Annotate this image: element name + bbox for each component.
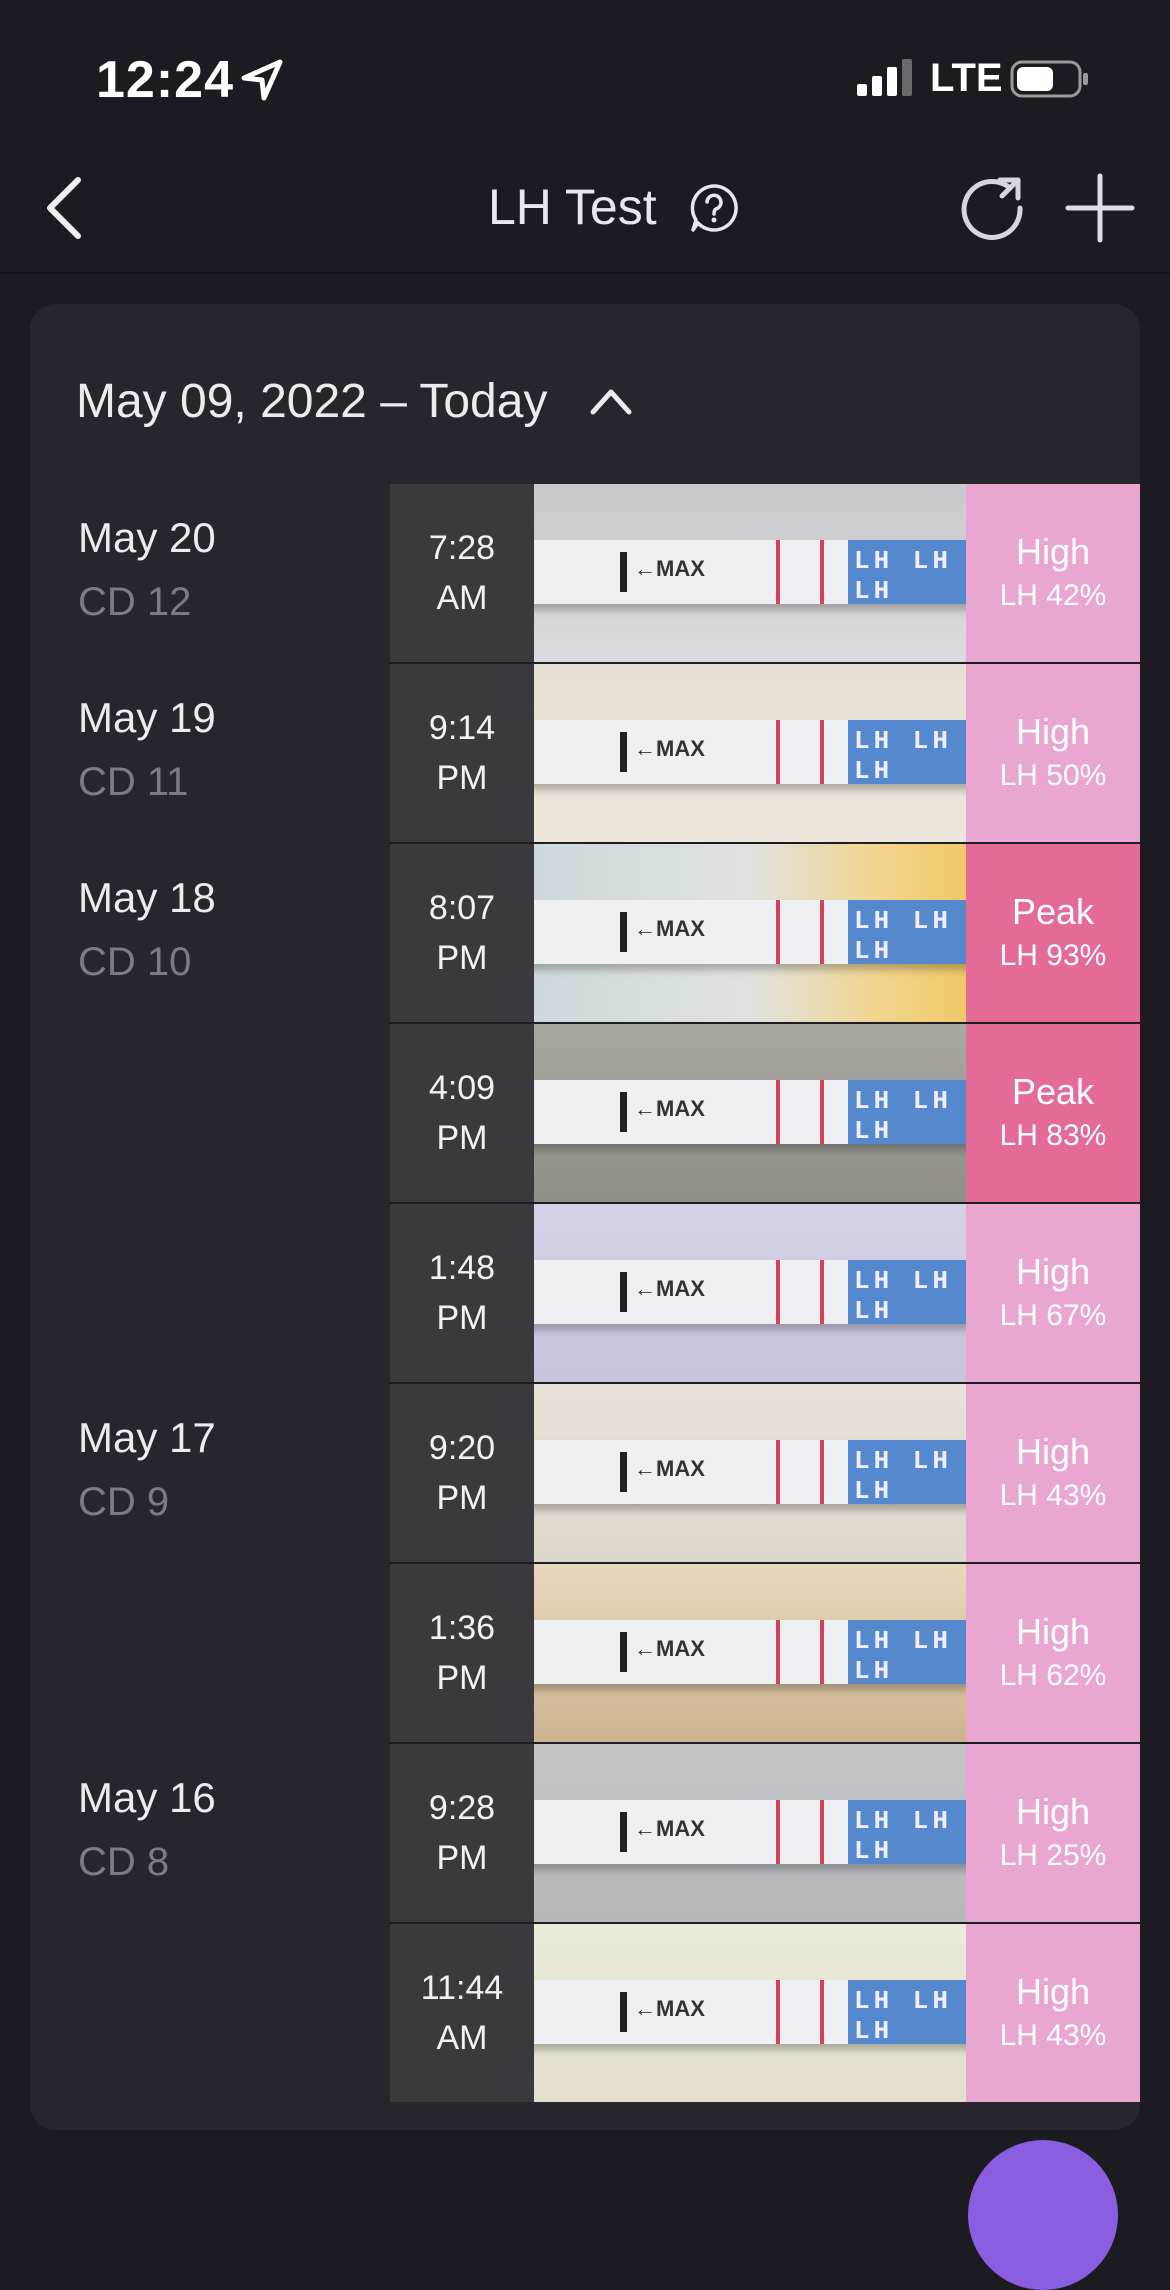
cellular-signal-icon — [857, 59, 912, 96]
battery-icon — [1010, 60, 1088, 98]
result-badge: High LH 62% — [966, 1564, 1140, 1742]
add-icon[interactable] — [1064, 172, 1136, 244]
day-date: May 20 — [78, 514, 216, 561]
status-bar: 12:24 LTE — [0, 0, 1170, 150]
back-chevron-icon[interactable] — [40, 170, 92, 246]
lh-percent: LH 93% — [999, 939, 1107, 972]
day-date: May 16 — [78, 1774, 216, 1821]
result-level: High — [1015, 711, 1091, 752]
result-level: High — [1015, 531, 1091, 572]
day-date: May 19 — [78, 694, 216, 741]
result-level: High — [1015, 1971, 1091, 2012]
page-title: LH Test — [488, 179, 657, 235]
result-badge: High LH 43% — [966, 1384, 1140, 1562]
result-level: High — [1015, 1791, 1091, 1832]
test-row[interactable]: 4:09 PM ←MAX LH LH LH Peak LH 83% — [390, 1024, 1140, 1204]
test-strip-photo: ←MAX LH LH LH — [534, 664, 966, 842]
test-time: 4:09 PM — [390, 1024, 534, 1202]
day-label: May 20 CD 12 — [78, 512, 216, 628]
test-strip-photo: ←MAX LH LH LH — [534, 1924, 966, 2102]
test-strip-photo: ←MAX LH LH LH — [534, 484, 966, 662]
test-time: 11:44 AM — [390, 1924, 534, 2102]
test-row[interactable]: 9:28 PM ←MAX LH LH LH High LH 25% — [390, 1744, 1140, 1924]
result-level: Peak — [1011, 891, 1095, 932]
result-badge: High LH 42% — [966, 484, 1140, 662]
day-label: May 16 CD 8 — [78, 1772, 216, 1888]
test-time: 1:48 PM — [390, 1204, 534, 1382]
cycle-day: CD 12 — [78, 580, 192, 624]
test-time: 8:07 PM — [390, 844, 534, 1022]
chevron-up-icon[interactable] — [589, 386, 633, 416]
lh-test-card: May 09, 2022 – Today May 20 CD 12 May 19… — [30, 304, 1140, 2130]
result-level: Peak — [1011, 1071, 1095, 1112]
test-strip-photo: ←MAX LH LH LH — [534, 844, 966, 1022]
nav-bar: LH Test — [0, 150, 1170, 274]
result-badge: High LH 50% — [966, 664, 1140, 842]
lh-percent: LH 43% — [999, 1479, 1107, 1512]
test-row[interactable]: 1:36 PM ←MAX LH LH LH High LH 62% — [390, 1564, 1140, 1744]
test-time: 9:20 PM — [390, 1384, 534, 1562]
day-date: May 18 — [78, 874, 216, 921]
lh-percent: LH 25% — [999, 1839, 1107, 1872]
cycle-day: CD 8 — [78, 1840, 170, 1884]
result-badge: Peak LH 93% — [966, 844, 1140, 1022]
result-level: High — [1015, 1251, 1091, 1292]
cycle-day: CD 10 — [78, 940, 192, 984]
status-time: 12:24 — [96, 51, 234, 109]
cycle-day: CD 11 — [78, 760, 189, 804]
result-badge: High LH 67% — [966, 1204, 1140, 1382]
test-row[interactable]: 7:28 AM ←MAX LH LH LH High LH 42% — [390, 484, 1140, 664]
result-badge: Peak LH 83% — [966, 1024, 1140, 1202]
result-level: High — [1015, 1611, 1091, 1652]
result-badge: High LH 43% — [966, 1924, 1140, 2102]
test-time: 9:28 PM — [390, 1744, 534, 1922]
day-label: May 19 CD 11 — [78, 692, 216, 808]
day-label: May 18 CD 10 — [78, 872, 216, 988]
date-range-label: May 09, 2022 – Today — [76, 374, 548, 428]
help-question-icon[interactable] — [688, 182, 740, 234]
lh-percent: LH 62% — [999, 1659, 1107, 1692]
result-badge: High LH 25% — [966, 1744, 1140, 1922]
test-row[interactable]: 11:44 AM ←MAX LH LH LH High LH 43% — [390, 1924, 1140, 2102]
day-label: May 17 CD 9 — [78, 1412, 216, 1528]
test-strip-photo: ←MAX LH LH LH — [534, 1024, 966, 1202]
result-level: High — [1015, 1431, 1091, 1472]
test-strip-photo: ←MAX LH LH LH — [534, 1564, 966, 1742]
test-strip-photo: ←MAX LH LH LH — [534, 1744, 966, 1922]
lh-percent: LH 43% — [999, 2019, 1107, 2052]
test-time: 9:14 PM — [390, 664, 534, 842]
network-type: LTE — [930, 56, 1003, 100]
test-time: 1:36 PM — [390, 1564, 534, 1742]
test-strip-photo: ←MAX LH LH LH — [534, 1384, 966, 1562]
test-row[interactable]: 1:48 PM ←MAX LH LH LH High LH 67% — [390, 1204, 1140, 1384]
refresh-icon[interactable] — [956, 172, 1028, 244]
test-time: 7:28 AM — [390, 484, 534, 662]
lh-percent: LH 83% — [999, 1119, 1107, 1152]
lh-percent: LH 50% — [999, 759, 1107, 792]
test-strip-photo: ←MAX LH LH LH — [534, 1204, 966, 1382]
lh-percent: LH 42% — [999, 579, 1107, 612]
location-arrow-icon — [241, 59, 283, 101]
day-date: May 17 — [78, 1414, 216, 1461]
cycle-day: CD 9 — [78, 1480, 170, 1524]
test-row[interactable]: 9:14 PM ←MAX LH LH LH High LH 50% — [390, 664, 1140, 844]
lh-percent: LH 67% — [999, 1299, 1107, 1332]
test-row[interactable]: 9:20 PM ←MAX LH LH LH High LH 43% — [390, 1384, 1140, 1564]
date-range-toggle[interactable]: May 09, 2022 – Today — [76, 366, 633, 436]
floating-action-button[interactable] — [968, 2140, 1118, 2290]
test-row[interactable]: 8:07 PM ←MAX LH LH LH Peak LH 93% — [390, 844, 1140, 1024]
